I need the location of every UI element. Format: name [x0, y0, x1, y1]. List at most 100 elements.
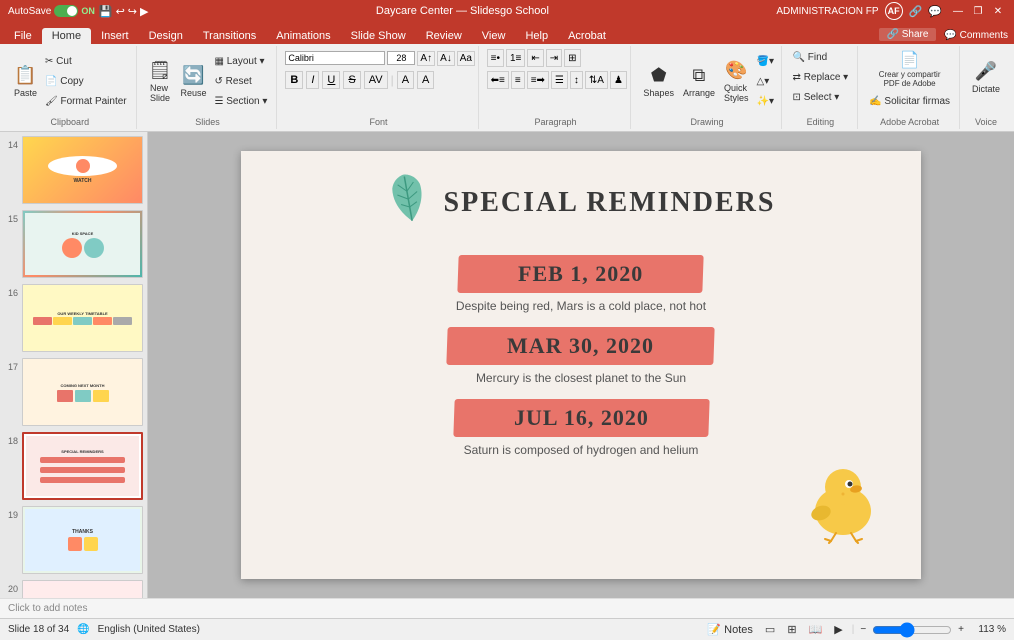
- minimize-button[interactable]: —: [950, 3, 966, 19]
- shapes-button[interactable]: ⬟ Shapes: [639, 53, 678, 111]
- close-button[interactable]: ✕: [990, 3, 1006, 19]
- slide-thumb-inner-14: WATCH: [23, 137, 142, 203]
- dictate-button[interactable]: 🎤 Dictate: [968, 48, 1004, 106]
- reset-button[interactable]: ↺ Reset: [212, 73, 271, 91]
- section-button[interactable]: ☰ Section ▾: [212, 93, 271, 111]
- slide-item-16[interactable]: 16 OUR WEEKLY TIMETABLE: [4, 284, 143, 352]
- tab-help[interactable]: Help: [515, 28, 558, 44]
- share-button[interactable]: 🔗 Share: [879, 28, 937, 41]
- slideshow-button[interactable]: ▶: [831, 623, 845, 636]
- increase-indent-button[interactable]: ⇥: [546, 49, 562, 67]
- slide-item-18[interactable]: 18 SPECIAL REMINDERS: [4, 432, 143, 500]
- notes-toggle-button[interactable]: 📝 Notes: [704, 623, 756, 636]
- reading-view-button[interactable]: 📖: [806, 623, 826, 636]
- autosave-switch[interactable]: [54, 5, 78, 17]
- arrange-button[interactable]: ⧉ Arrange: [679, 53, 719, 111]
- slide-item-14[interactable]: 14 WATCH: [4, 136, 143, 204]
- smart-art-button[interactable]: ♟: [610, 71, 627, 89]
- text-direction-button[interactable]: ⇅A: [585, 71, 608, 89]
- request-signatures-button[interactable]: ✍ Solicitar firmas: [866, 92, 953, 110]
- layout-button[interactable]: ▦ Layout ▾: [212, 53, 271, 71]
- slide-item-20[interactable]: 20 PLAYGROUND DAYS: [4, 580, 143, 598]
- tab-slideshow[interactable]: Slide Show: [341, 28, 416, 44]
- tab-insert[interactable]: Insert: [91, 28, 139, 44]
- select-button[interactable]: ⊡ Select ▾: [790, 88, 852, 106]
- zoom-slider[interactable]: [872, 624, 952, 636]
- replace-button[interactable]: ⇄ Replace ▾: [790, 68, 852, 86]
- italic-button[interactable]: I: [306, 71, 319, 89]
- create-pdf-button[interactable]: 📄 Crear y compartirPDF de Adobe: [866, 48, 953, 90]
- font-size-input[interactable]: [387, 51, 415, 65]
- justify-button[interactable]: ☰: [551, 71, 568, 89]
- user-avatar[interactable]: AF: [885, 2, 903, 20]
- slide-item-19[interactable]: 19 THANKS: [4, 506, 143, 574]
- slide-canvas[interactable]: SPECIAL REMINDERS FEB 1, 2020 Despite be…: [241, 151, 921, 579]
- undo-icon[interactable]: ↩: [116, 5, 125, 18]
- slide-thumb-15[interactable]: KID SPACE: [22, 210, 143, 278]
- reuse-slides-button[interactable]: 🔄 Reuse: [176, 53, 210, 111]
- autosave-toggle[interactable]: AutoSave ON: [8, 5, 95, 17]
- maximize-button[interactable]: ❐: [970, 3, 986, 19]
- zoom-level[interactable]: 113 %: [970, 624, 1006, 635]
- bold-button[interactable]: B: [285, 71, 303, 89]
- tab-design[interactable]: Design: [139, 28, 193, 44]
- redo-icon[interactable]: ↪: [128, 5, 137, 18]
- decrease-indent-button[interactable]: ⇤: [527, 49, 543, 67]
- share-icon[interactable]: 🔗: [909, 5, 923, 18]
- notes-bar[interactable]: Click to add notes: [0, 598, 1014, 618]
- tab-file[interactable]: File: [4, 28, 42, 44]
- numbering-button[interactable]: 1≡: [506, 49, 525, 67]
- tab-transitions[interactable]: Transitions: [193, 28, 266, 44]
- align-center-button[interactable]: ≡: [511, 71, 525, 89]
- align-left-button[interactable]: ⬅≡: [487, 71, 509, 89]
- tab-acrobat[interactable]: Acrobat: [558, 28, 616, 44]
- save-icon[interactable]: 💾: [99, 5, 113, 18]
- underline-button[interactable]: U: [322, 71, 340, 89]
- font-name-input[interactable]: [285, 51, 385, 65]
- cut-button[interactable]: ✂ Cut: [42, 53, 130, 71]
- increase-font-button[interactable]: A↑: [417, 51, 435, 66]
- find-button[interactable]: 🔍 Find: [790, 48, 852, 66]
- clear-format-button[interactable]: Aa: [457, 51, 475, 66]
- slide-item-15[interactable]: 15 KID SPACE: [4, 210, 143, 278]
- present-icon[interactable]: ▶: [140, 5, 148, 18]
- slide-thumb-19[interactable]: THANKS: [22, 506, 143, 574]
- tab-view[interactable]: View: [472, 28, 516, 44]
- columns-button[interactable]: ⊞: [564, 49, 580, 67]
- slide-thumb-17[interactable]: COMING NEXT MONTH: [22, 358, 143, 426]
- copy-button[interactable]: 📄 Copy: [42, 73, 130, 91]
- shape-outline-button[interactable]: △▾: [754, 73, 777, 91]
- slide-thumb-18[interactable]: SPECIAL REMINDERS: [22, 432, 143, 500]
- tab-review[interactable]: Review: [416, 28, 472, 44]
- shape-effects-button[interactable]: ✨▾: [754, 93, 777, 111]
- slide-item-17[interactable]: 17 COMING NEXT MONTH: [4, 358, 143, 426]
- zoom-out-button[interactable]: −: [860, 624, 866, 635]
- tab-home[interactable]: Home: [42, 28, 91, 44]
- font-color-button[interactable]: A: [397, 71, 414, 89]
- shape-fill-button[interactable]: 🪣▾: [754, 53, 777, 71]
- highlight-button[interactable]: A: [417, 71, 434, 89]
- quick-styles-button[interactable]: 🎨 QuickStyles: [720, 53, 753, 111]
- normal-view-button[interactable]: ▭: [762, 623, 778, 636]
- line-spacing-button[interactable]: ↕: [570, 71, 583, 89]
- align-right-button[interactable]: ≡➡: [527, 71, 549, 89]
- slide-thumb-14[interactable]: WATCH: [22, 136, 143, 204]
- comments-button[interactable]: 💬 Comments: [944, 30, 1008, 41]
- window-controls[interactable]: — ❐ ✕: [950, 3, 1006, 19]
- format-painter-button[interactable]: 🖌 Format Painter: [42, 93, 130, 111]
- comment-icon[interactable]: 💬: [928, 5, 942, 18]
- chick-illustration: [801, 459, 881, 539]
- zoom-in-button[interactable]: +: [958, 624, 964, 635]
- new-slide-button[interactable]: 🗒 NewSlide: [145, 53, 176, 111]
- strikethrough-button[interactable]: S: [343, 71, 360, 89]
- slide-thumb-20[interactable]: PLAYGROUND DAYS: [22, 580, 143, 598]
- slide-sorter-button[interactable]: ⊞: [784, 623, 799, 636]
- paste-label: Paste: [14, 88, 37, 98]
- decrease-font-button[interactable]: A↓: [437, 51, 455, 66]
- pdf-icon: 📄: [900, 50, 920, 70]
- bullets-button[interactable]: ≡•: [487, 49, 504, 67]
- paste-button[interactable]: 📋 Paste: [10, 53, 41, 111]
- shadow-button[interactable]: AV: [364, 71, 388, 89]
- tab-animations[interactable]: Animations: [266, 28, 340, 44]
- slide-thumb-16[interactable]: OUR WEEKLY TIMETABLE: [22, 284, 143, 352]
